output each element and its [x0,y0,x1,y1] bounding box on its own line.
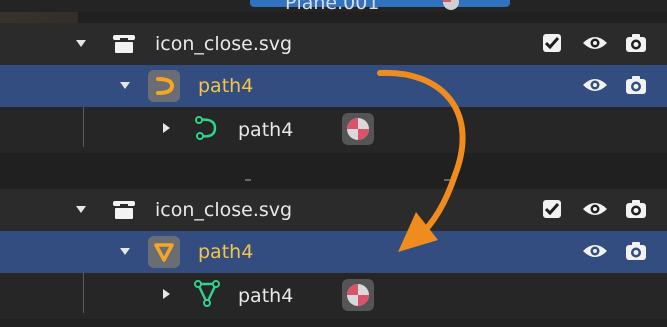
outliner-panel: Plane.001 icon_close.svg path4 path4 ico… [0,0,667,327]
curved-arrow [377,69,466,252]
